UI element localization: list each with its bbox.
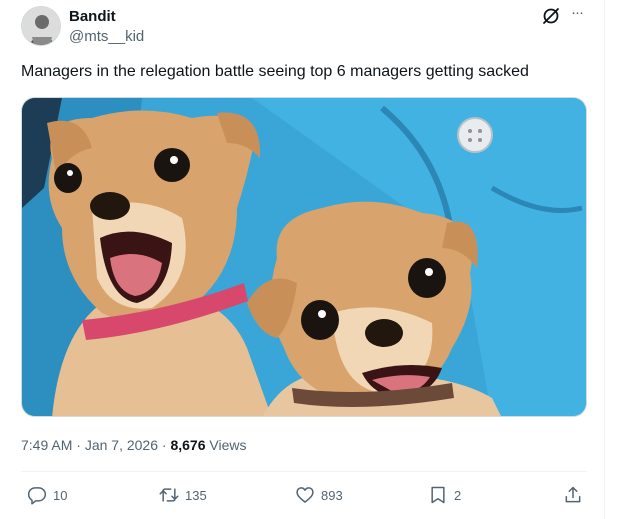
bookmark-button[interactable]: 2	[428, 484, 461, 506]
views-label: Views	[205, 437, 247, 453]
author-handle[interactable]: @mts__kid	[69, 28, 144, 45]
two-chihuahuas-shocked-photo	[22, 98, 586, 416]
reply-count: 10	[53, 487, 68, 503]
tweet-date[interactable]: Jan 7, 2026	[85, 437, 158, 453]
divider	[21, 471, 587, 472]
reply-button[interactable]: 10	[27, 484, 67, 506]
share-icon	[565, 486, 581, 503]
tweet-media[interactable]	[21, 97, 587, 417]
tweet-card: Bandit @mts__kid ··· Managers in the rel…	[0, 0, 605, 519]
bookmark-count: 2	[454, 487, 462, 503]
retweet-icon	[159, 488, 179, 502]
retweet-count: 135	[185, 487, 207, 503]
like-button[interactable]: 893	[295, 484, 343, 506]
tweet-meta: 7:49 AM · Jan 7, 2026 · 8,676 Views	[21, 437, 246, 453]
reply-icon	[27, 487, 47, 505]
heart-icon	[296, 487, 314, 503]
tweet-text: Managers in the relegation battle seeing…	[21, 63, 529, 80]
share-button[interactable]	[563, 484, 583, 506]
tweet-time[interactable]: 7:49 AM	[21, 437, 72, 453]
retweet-button[interactable]: 135	[159, 484, 207, 506]
grok-icon[interactable]	[541, 6, 561, 26]
avatar[interactable]	[21, 6, 61, 46]
views-count[interactable]: 8,676	[170, 437, 205, 453]
author-display-name[interactable]: Bandit	[69, 8, 116, 25]
avatar-image	[22, 7, 60, 45]
like-count: 893	[321, 487, 343, 503]
more-icon[interactable]: ···	[568, 5, 586, 24]
bookmark-icon	[431, 486, 445, 504]
meta-separator: ·	[158, 437, 171, 453]
meta-separator: ·	[72, 437, 85, 453]
